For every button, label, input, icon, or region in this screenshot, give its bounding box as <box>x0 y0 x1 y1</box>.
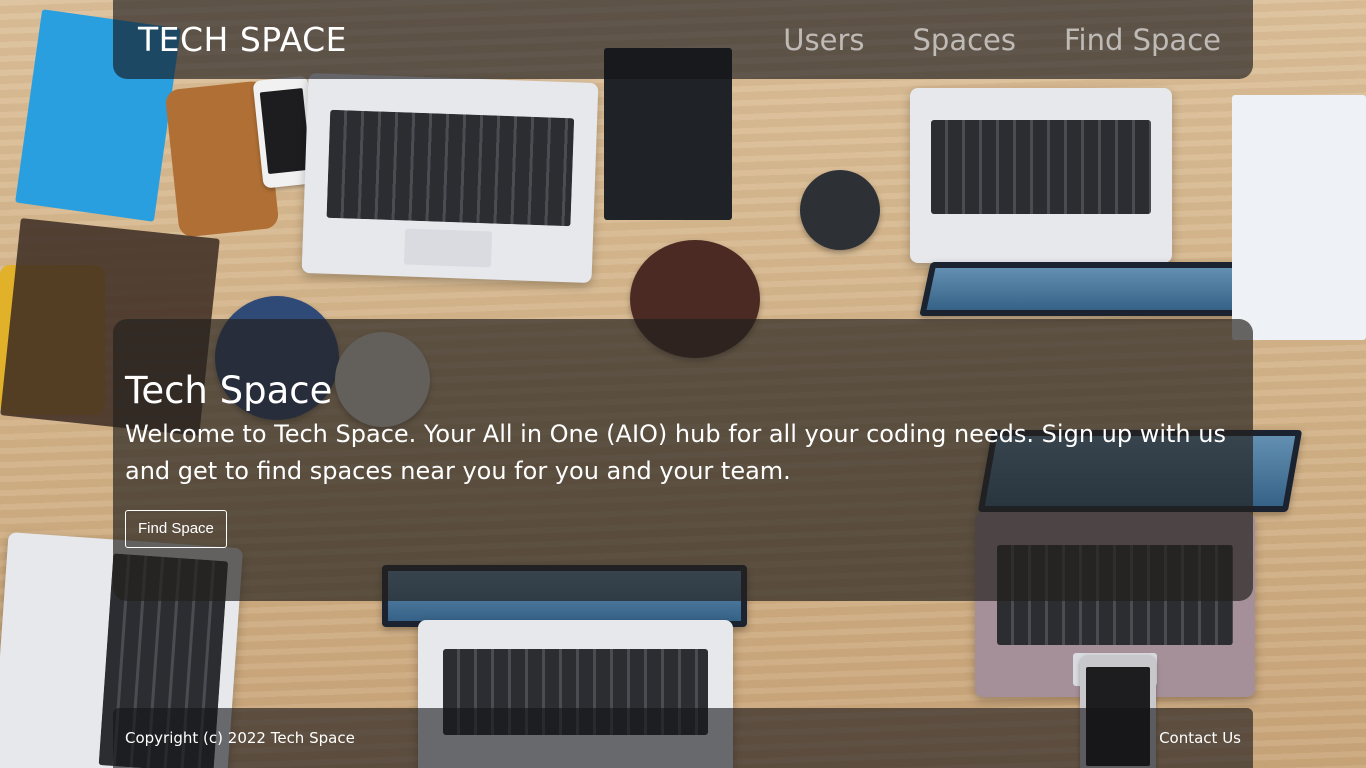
navbar: TECH SPACE Users Spaces Find Space <box>113 0 1253 79</box>
papers-right <box>1232 95 1366 340</box>
hero-title: Tech Space <box>125 369 333 412</box>
brand-logo-link[interactable]: TECH SPACE <box>138 20 347 59</box>
nav-link-spaces[interactable]: Spaces <box>913 23 1016 57</box>
laptop-top-center <box>301 73 599 283</box>
nav-links: Users Spaces Find Space <box>783 23 1221 57</box>
laptop-screen-top-right <box>919 262 1256 316</box>
tea-cup <box>800 170 880 250</box>
nav-link-find-space[interactable]: Find Space <box>1064 23 1221 57</box>
hero-panel: Tech Space Welcome to Tech Space. Your A… <box>113 319 1253 601</box>
laptop-top-right <box>910 88 1172 263</box>
hero-description: Welcome to Tech Space. Your All in One (… <box>125 420 1226 485</box>
find-space-button[interactable]: Find Space <box>125 510 227 548</box>
copyright-text: Copyright (c) 2022 Tech Space <box>125 729 355 747</box>
contact-us-link[interactable]: Contact Us <box>1159 729 1241 747</box>
nav-link-users[interactable]: Users <box>783 23 864 57</box>
footer: Copyright (c) 2022 Tech Space Contact Us <box>113 708 1253 768</box>
